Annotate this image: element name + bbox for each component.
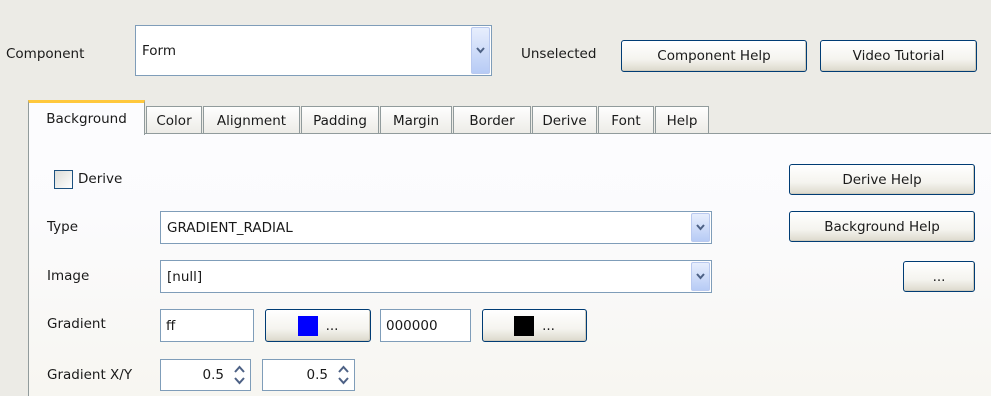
gradient-start-button-label: ... [325, 317, 339, 334]
type-select[interactable]: GRADIENT_RADIAL [160, 211, 712, 244]
image-select-value: [null] [167, 268, 203, 285]
tab-color[interactable]: Color [146, 106, 202, 134]
derive-checkbox[interactable] [54, 170, 73, 189]
tab-alignment[interactable]: Alignment [203, 106, 300, 134]
tab-padding[interactable]: Padding [301, 106, 379, 134]
gradient-y-spinner[interactable]: 0.5 [262, 359, 355, 391]
component-select-value: Form [142, 42, 177, 59]
type-select-value: GRADIENT_RADIAL [167, 219, 293, 236]
derive-help-button[interactable]: Derive Help [789, 164, 975, 195]
tab-help[interactable]: Help [655, 106, 709, 134]
gradient-end-field[interactable]: 000000 [380, 309, 471, 342]
gradient-start-field[interactable]: ff [160, 309, 254, 342]
gradient-start-color-button[interactable]: ... [265, 309, 371, 342]
type-label: Type [47, 219, 79, 235]
color-swatch-icon [297, 315, 318, 336]
component-help-button[interactable]: Component Help [621, 40, 807, 72]
gradient-y-value: 0.5 [306, 367, 328, 383]
image-label: Image [47, 268, 90, 284]
component-select[interactable]: Form [135, 25, 492, 76]
image-select[interactable]: [null] [160, 260, 712, 293]
chevron-down-icon[interactable] [471, 27, 490, 74]
spinner-updown-icon[interactable] [230, 363, 248, 387]
gradient-end-color-button[interactable]: ... [482, 309, 587, 342]
tab-border[interactable]: Border [453, 106, 531, 134]
gradient-end-button-label: ... [542, 317, 555, 334]
color-swatch-icon [514, 315, 535, 336]
chevron-down-icon[interactable] [691, 262, 710, 291]
gradient-x-value: 0.5 [202, 367, 224, 383]
selection-status: Unselected [521, 46, 597, 62]
video-tutorial-button[interactable]: Video Tutorial [820, 40, 977, 72]
image-browse-button[interactable]: ... [903, 261, 975, 292]
derive-checkbox-label: Derive [78, 171, 123, 187]
tab-font[interactable]: Font [598, 106, 654, 134]
background-help-button[interactable]: Background Help [789, 211, 975, 242]
spinner-updown-icon[interactable] [334, 363, 352, 387]
chevron-down-icon[interactable] [691, 213, 710, 242]
tab-derive[interactable]: Derive [532, 106, 597, 134]
component-label: Component [6, 46, 85, 62]
gradient-xy-label: Gradient X/Y [47, 367, 133, 383]
tab-margin[interactable]: Margin [380, 106, 452, 134]
gradient-x-spinner[interactable]: 0.5 [160, 359, 251, 391]
gradient-label: Gradient [47, 316, 106, 332]
tab-background[interactable]: Background [28, 100, 145, 135]
